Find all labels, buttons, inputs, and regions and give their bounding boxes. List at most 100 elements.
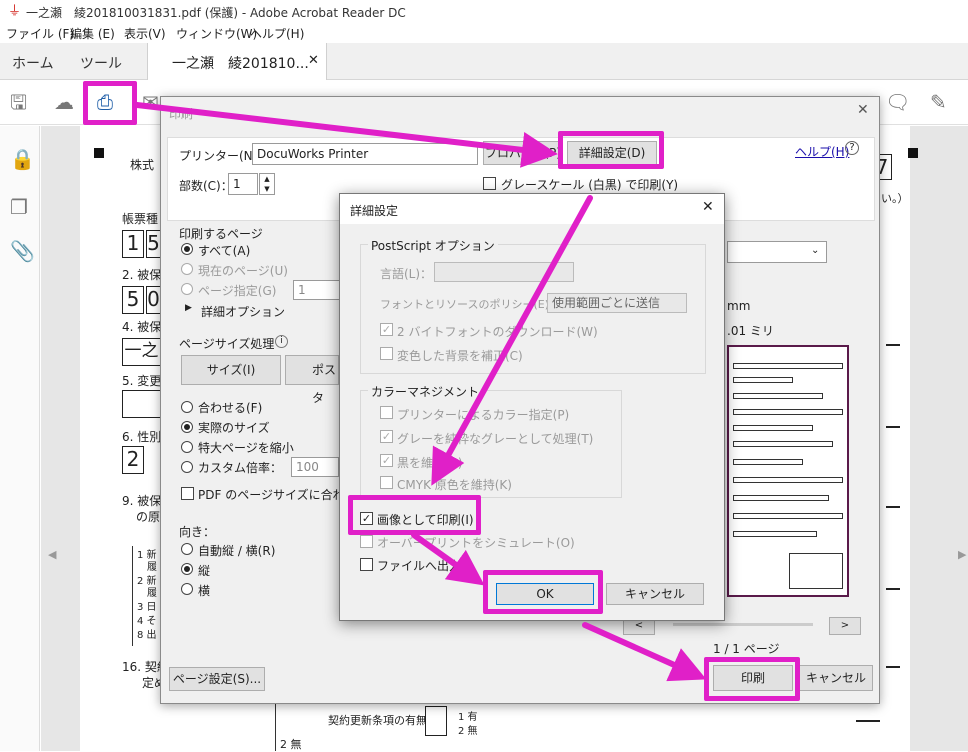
language-select[interactable]	[434, 262, 574, 282]
two-byte-checkbox[interactable]: ✓	[380, 323, 393, 336]
size-button[interactable]: サイズ(I)	[181, 355, 281, 385]
discolored-bg-checkbox[interactable]	[380, 347, 393, 360]
scroll-right-icon[interactable]: ▶	[958, 548, 966, 561]
fit-radio[interactable]	[181, 401, 193, 413]
empty-cell	[122, 390, 160, 418]
pages-all-radio[interactable]	[181, 243, 193, 255]
advanced-dialog-title: 詳細設定	[350, 204, 399, 218]
upload-icon[interactable]: ☁	[54, 91, 74, 113]
preview-line	[733, 531, 817, 537]
fit-label: 合わせる(F)	[198, 401, 263, 415]
window-title: 一之瀬 綾201810031831.pdf (保護) - Adobe Acrob…	[26, 6, 406, 20]
print-to-file-checkbox[interactable]	[360, 558, 373, 571]
actual-size-radio[interactable]	[181, 421, 193, 433]
pages-current-label: 現在のページ(U)	[198, 264, 288, 278]
grayscale-checkbox[interactable]	[483, 177, 496, 190]
grayscale-label: グレースケール (白黒) で印刷(Y)	[501, 178, 679, 192]
tick-mark	[856, 720, 880, 722]
left-rail: 🔒 ❐ 📎	[0, 126, 40, 751]
page-slider-track[interactable]	[673, 623, 813, 626]
menu-file[interactable]: ファイル (F)	[6, 25, 74, 42]
expand-icon[interactable]: ▶	[185, 303, 192, 313]
pages-all-label: すべて(A)	[198, 244, 251, 258]
poster-button[interactable]: ポスタ	[285, 355, 339, 405]
info-icon[interactable]: i	[275, 335, 288, 348]
orientation-landscape-radio[interactable]	[181, 583, 193, 595]
more-options-link[interactable]: 詳細オプション	[201, 303, 285, 320]
orientation-auto-radio[interactable]	[181, 543, 193, 555]
pages-range-input[interactable]: 1	[293, 280, 341, 300]
doc-item: 6. 性別	[122, 430, 162, 444]
custom-scale-input[interactable]: 100	[291, 457, 339, 477]
close-icon[interactable]: ✕	[857, 102, 869, 118]
mail-icon[interactable]: ✉	[142, 91, 159, 113]
title-bar: ⏚ 一之瀬 綾201810031831.pdf (保護) - Adobe Acr…	[0, 0, 968, 24]
custom-scale-radio[interactable]	[181, 461, 193, 473]
discolored-bg-label: 変色した背景を補正(C)	[397, 349, 523, 363]
orientation-label: 向き：	[179, 525, 216, 539]
pages-current-radio[interactable]	[181, 263, 193, 275]
scroll-left-icon[interactable]: ◀	[48, 548, 56, 561]
print-to-file-label: ファイルへ出力	[377, 559, 462, 573]
tab-document[interactable]: 一之瀬 綾201810... ✕	[147, 43, 327, 80]
tab-home[interactable]: ホーム	[12, 53, 54, 73]
advanced-settings-dialog: 詳細設定 ✕ PostScript オプション 言語(L)： フォントとリソース…	[339, 193, 725, 621]
choose-paper-checkbox[interactable]	[181, 487, 194, 500]
pages-range-radio[interactable]	[181, 283, 193, 295]
menu-bar: ファイル (F) 編集 (E) 表示(V) ウィンドウ(W) ヘルプ(H)	[0, 24, 968, 42]
tick-mark	[886, 588, 900, 590]
print-preview	[727, 345, 849, 597]
print-cancel-button[interactable]: キャンセル	[799, 665, 873, 691]
highlight-advanced-button	[558, 131, 664, 169]
pen-icon[interactable]: ✎	[930, 91, 947, 113]
digit-cell: 5	[122, 286, 144, 314]
doc-item: 5. 変更	[122, 374, 162, 388]
overprint-checkbox[interactable]	[360, 535, 373, 548]
comment-icon[interactable]: 🗨	[885, 91, 910, 113]
tab-tools[interactable]: ツール	[80, 53, 122, 73]
save-icon[interactable]: 🖫	[10, 91, 27, 113]
gray-as-gray-checkbox[interactable]: ✓	[380, 430, 393, 443]
paperclip-icon[interactable]: 📎	[10, 240, 35, 262]
next-page-button[interactable]: >	[829, 617, 861, 635]
orientation-portrait-radio[interactable]	[181, 563, 193, 575]
lock-icon[interactable]: 🔒	[10, 148, 35, 170]
orientation-landscape-label: 横	[198, 584, 211, 598]
tick-mark	[886, 344, 900, 346]
font-policy-select[interactable]: 使用範囲ごとに送信	[547, 293, 687, 313]
highlight-ok-button	[483, 570, 603, 614]
help-link[interactable]: ヘルプ(H)	[795, 143, 849, 160]
postscript-group-title: PostScript オプション	[368, 237, 498, 254]
printer-color-checkbox[interactable]	[380, 406, 393, 419]
shrink-radio[interactable]	[181, 441, 193, 453]
copy-icon[interactable]: ❐	[10, 196, 28, 218]
tab-bar: ホーム ツール 一之瀬 綾201810... ✕	[0, 43, 968, 80]
renewal-option: 1 有	[458, 712, 478, 723]
advanced-cancel-button[interactable]: キャンセル	[606, 583, 704, 605]
black-preserve-checkbox[interactable]: ✓	[380, 454, 393, 467]
close-icon[interactable]: ✕	[308, 53, 319, 68]
choose-paper-label: PDF のページサイズに合わせ	[198, 488, 357, 502]
page-setup-button[interactable]: ページ設定(S)...	[169, 667, 265, 691]
menu-edit[interactable]: 編集 (E)	[70, 25, 115, 42]
chevron-down-icon[interactable]: ⌄	[811, 245, 819, 256]
help-icon[interactable]: ?	[845, 141, 859, 155]
list-entry: 履	[147, 562, 157, 573]
menu-help[interactable]: ヘルプ(H)	[250, 25, 304, 42]
list-entry: 3 日	[137, 602, 157, 613]
custom-scale-label: カスタム倍率：	[198, 461, 283, 475]
preview-line	[733, 513, 843, 519]
shrink-label: 特大ページを縮小	[198, 441, 294, 455]
menu-view[interactable]: 表示(V)	[124, 25, 166, 42]
copies-stepper[interactable]: ▲ ▼	[259, 173, 275, 195]
two-byte-label: 2 バイトフォントのダウンロード(W)	[397, 325, 598, 339]
cmyk-preserve-checkbox[interactable]	[380, 476, 393, 489]
menu-window[interactable]: ウィンドウ(W)	[176, 25, 257, 42]
copies-label: 部数(C)：	[179, 179, 233, 193]
tick-mark	[886, 506, 900, 508]
copies-input[interactable]: 1	[228, 173, 258, 195]
properties-button[interactable]: プロパティ(P)	[483, 141, 563, 165]
close-icon[interactable]: ✕	[702, 199, 714, 215]
actual-size-label: 実際のサイズ	[198, 421, 270, 435]
printer-select[interactable]: DocuWorks Printer	[252, 143, 478, 165]
